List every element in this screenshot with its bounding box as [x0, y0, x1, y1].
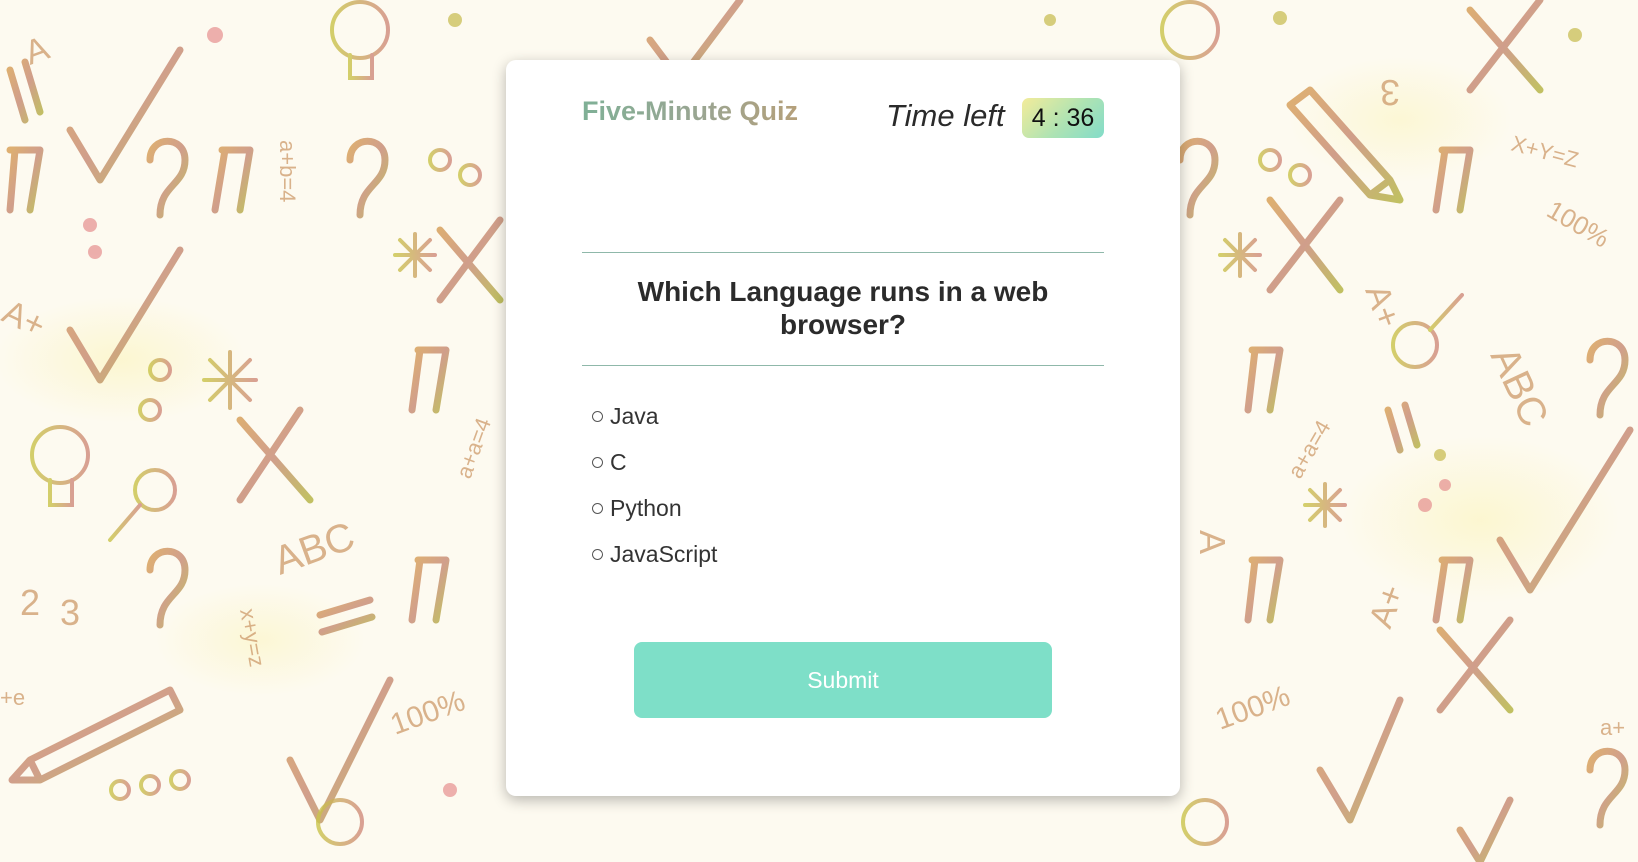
svg-text:a+a=4: a+a=4 — [451, 415, 496, 482]
svg-text:100%: 100% — [1211, 679, 1294, 736]
answer-option-label: C — [610, 448, 627, 475]
timer-label: Time left — [886, 98, 1005, 133]
svg-text:a+b=4: a+b=4 — [275, 140, 300, 202]
svg-text:x+y=z: x+y=z — [235, 607, 270, 669]
answer-options: Java C Python JavaScript — [592, 393, 717, 577]
svg-text:X+Y=Z: X+Y=Z — [1509, 131, 1582, 173]
radio-button[interactable] — [592, 548, 603, 560]
answer-option-label: JavaScript — [610, 540, 718, 567]
radio-button[interactable] — [592, 502, 603, 514]
svg-text:2: 2 — [20, 582, 40, 623]
answer-option-label: Java — [610, 402, 659, 429]
svg-text:A+: A+ — [0, 293, 51, 345]
answer-option-python[interactable]: Python — [592, 485, 717, 531]
radio-button[interactable] — [592, 456, 603, 468]
svg-text:a+: a+ — [1600, 715, 1625, 740]
svg-text:A+: A+ — [1362, 580, 1412, 633]
svg-text:A+: A+ — [1357, 280, 1407, 333]
svg-text:ABC: ABC — [268, 514, 360, 583]
svg-text:100%: 100% — [1542, 194, 1615, 253]
answer-option-c[interactable]: C — [592, 439, 717, 485]
question-divider-top — [582, 252, 1104, 253]
answer-option-javascript[interactable]: JavaScript — [592, 531, 717, 577]
svg-text:3: 3 — [1380, 72, 1400, 113]
svg-text:100%: 100% — [386, 684, 469, 741]
quiz-title: Five-Minute Quiz — [582, 96, 798, 126]
submit-button[interactable]: Submit — [634, 642, 1052, 718]
svg-text:a+a=4: a+a=4 — [1283, 416, 1336, 483]
quiz-card: Five-Minute Quiz Time left 4 : 36 Which … — [506, 60, 1180, 796]
answer-option-java[interactable]: Java — [592, 393, 717, 439]
svg-text:3: 3 — [60, 592, 80, 633]
svg-text:A: A — [1192, 530, 1233, 554]
svg-text:+e: +e — [0, 685, 25, 710]
timer-countdown: 4 : 36 — [1022, 98, 1104, 138]
svg-text:ABC: ABC — [1482, 340, 1557, 433]
radio-button[interactable] — [592, 410, 603, 422]
question-divider-bottom — [582, 365, 1104, 366]
answer-option-label: Python — [610, 494, 682, 521]
question-text: Which Language runs in a web browser? — [637, 276, 1049, 340]
